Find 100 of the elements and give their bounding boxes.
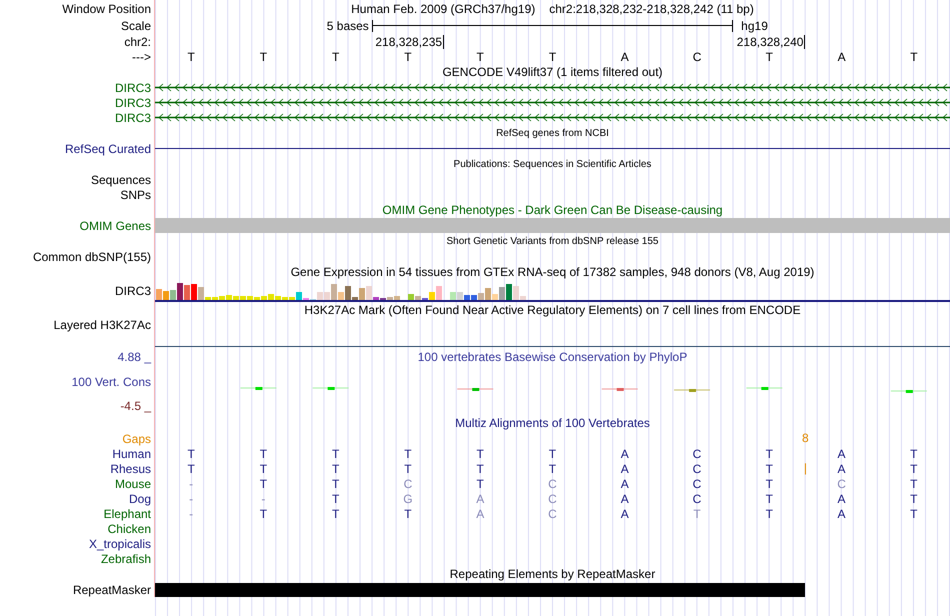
base-letter: T	[766, 506, 773, 520]
track-label[interactable]: 100 Vert. Cons	[72, 374, 151, 388]
row-label: Window Position	[62, 2, 151, 16]
track-label[interactable]: DIRC3	[114, 284, 151, 298]
base-letter: T	[476, 446, 484, 460]
base-letter: -	[189, 506, 194, 520]
base-letter: T	[910, 446, 918, 460]
track-title: GENCODE V49lift37 (1 items filtered out)	[442, 65, 663, 79]
track-label[interactable]: Common dbSNP(155)	[32, 250, 151, 264]
track-label[interactable]: Elephant	[104, 506, 151, 520]
base-letter: T	[332, 446, 340, 460]
track-label[interactable]: Sequences	[90, 172, 151, 186]
base-letter: T	[332, 492, 340, 506]
base-letter: A	[620, 492, 629, 506]
base-letter: C	[692, 50, 702, 64]
assembly-title: Human Feb. 2009 (GRCh37/hg19)	[351, 2, 536, 16]
track-title: Publications: Sequences in Scientific Articles	[454, 158, 652, 170]
base-letter: T	[332, 50, 340, 64]
base-letter: T	[187, 50, 195, 64]
base-letter: T	[548, 50, 556, 64]
track-label[interactable]: Rhesus	[110, 462, 151, 476]
base-letter: A	[838, 462, 846, 476]
base-letter: T	[332, 506, 340, 520]
base-letter: T	[766, 462, 773, 476]
base-letter: T	[693, 506, 701, 520]
track-title: Short Genetic Variants from dbSNP release 155	[446, 236, 658, 246]
base-letter: A	[838, 492, 846, 506]
base-letter: T	[260, 446, 268, 460]
base-letter: A	[838, 50, 846, 64]
base-letter: T	[548, 446, 556, 460]
track-label[interactable]: Mouse	[114, 476, 151, 490]
base-letter: T	[766, 476, 773, 490]
coordinate-label: 218,328,235	[375, 34, 444, 48]
gene-line[interactable]	[155, 81, 950, 94]
base-letter: T	[187, 446, 195, 460]
track-label[interactable]: Human	[112, 446, 151, 460]
track-label[interactable]: OMIM Genes	[80, 218, 151, 232]
base-letter: A	[620, 476, 629, 490]
base-letter: T	[910, 50, 918, 64]
track-label[interactable]: RefSeq Curated	[64, 142, 151, 156]
base-letter: T	[404, 462, 412, 476]
insertion-mark: |	[804, 461, 807, 475]
track-title: OMIM Gene Phenotypes - Dark Green Can Be Disease-causing	[382, 203, 723, 217]
base-letter: C	[548, 492, 557, 506]
repeat-element-bar[interactable]	[155, 582, 806, 596]
track-label[interactable]: Chicken	[108, 522, 151, 536]
base-letter: T	[476, 50, 484, 64]
track-label[interactable]: RepeatMasker	[72, 582, 151, 596]
base-letter: T	[187, 462, 195, 476]
assembly-label: hg19	[740, 18, 769, 32]
track-title: H3K27Ac Mark (Often Found Near Active Regulatory Elements) on 7 cell lines from ENCODE	[304, 303, 801, 317]
base-letter: T	[910, 462, 918, 476]
axis-max-label: 4.88 _	[118, 350, 151, 364]
track-label[interactable]: DIRC3	[114, 110, 151, 124]
base-letter: A	[620, 446, 629, 460]
base-letter: C	[548, 476, 557, 490]
base-letter: C	[692, 476, 702, 490]
track-label[interactable]: Layered H3K27Ac	[54, 318, 151, 332]
track-label[interactable]: DIRC3	[114, 80, 151, 94]
base-letter: T	[404, 446, 412, 460]
base-letter: A	[476, 506, 484, 520]
base-letter: C	[692, 446, 702, 460]
base-letter: A	[620, 506, 629, 520]
base-letter: T	[766, 50, 773, 64]
insertion-mark: 8	[802, 431, 809, 445]
position-title: chr2:218,328,232-218,328,242 (11 bp)	[549, 2, 754, 16]
row-label: chr2:	[124, 34, 151, 48]
base-letter: T	[260, 506, 268, 520]
base-letter: C	[404, 476, 412, 490]
base-letter: C	[692, 462, 702, 476]
track-label[interactable]: Dog	[128, 492, 151, 506]
track-title: Repeating Elements by RepeatMasker	[450, 567, 656, 581]
base-letter: T	[766, 492, 773, 506]
row-label: Scale	[120, 18, 151, 32]
scale-label: 5 bases	[326, 18, 370, 32]
base-letter: -	[261, 492, 266, 506]
track-label[interactable]: DIRC3	[114, 96, 151, 110]
track-label[interactable]: X_tropicalis	[88, 536, 151, 550]
base-letter: T	[910, 506, 918, 520]
base-letter: T	[260, 462, 268, 476]
gene-line[interactable]	[155, 96, 950, 109]
base-letter: T	[404, 50, 412, 64]
coordinate-label: 218,328,240	[736, 34, 806, 48]
track-title: Gene Expression in 54 tissues from GTEx RNA-seq of 17382 samples, 948 donors (V8, Aug 2019)	[290, 265, 814, 279]
axis-min-label: -4.5 _	[120, 399, 151, 413]
gene-line[interactable]	[155, 111, 950, 124]
track-title: Multiz Alignments of 100 Vertebrates	[455, 416, 650, 430]
track-label[interactable]: Zebrafish	[100, 552, 151, 566]
base-letter: T	[548, 462, 556, 476]
base-letter: -	[189, 492, 194, 506]
strand-label: --->	[132, 50, 151, 64]
base-letter: A	[620, 462, 629, 476]
base-letter: G	[403, 492, 413, 506]
base-letter: T	[476, 462, 484, 476]
base-letter: T	[910, 476, 918, 490]
base-letter: T	[332, 462, 340, 476]
base-letter: T	[260, 50, 268, 64]
track-title: 100 vertebrates Basewise Conservation by PhyloP	[416, 350, 688, 364]
base-letter: -	[189, 476, 194, 490]
track-label[interactable]: SNPs	[120, 188, 151, 202]
